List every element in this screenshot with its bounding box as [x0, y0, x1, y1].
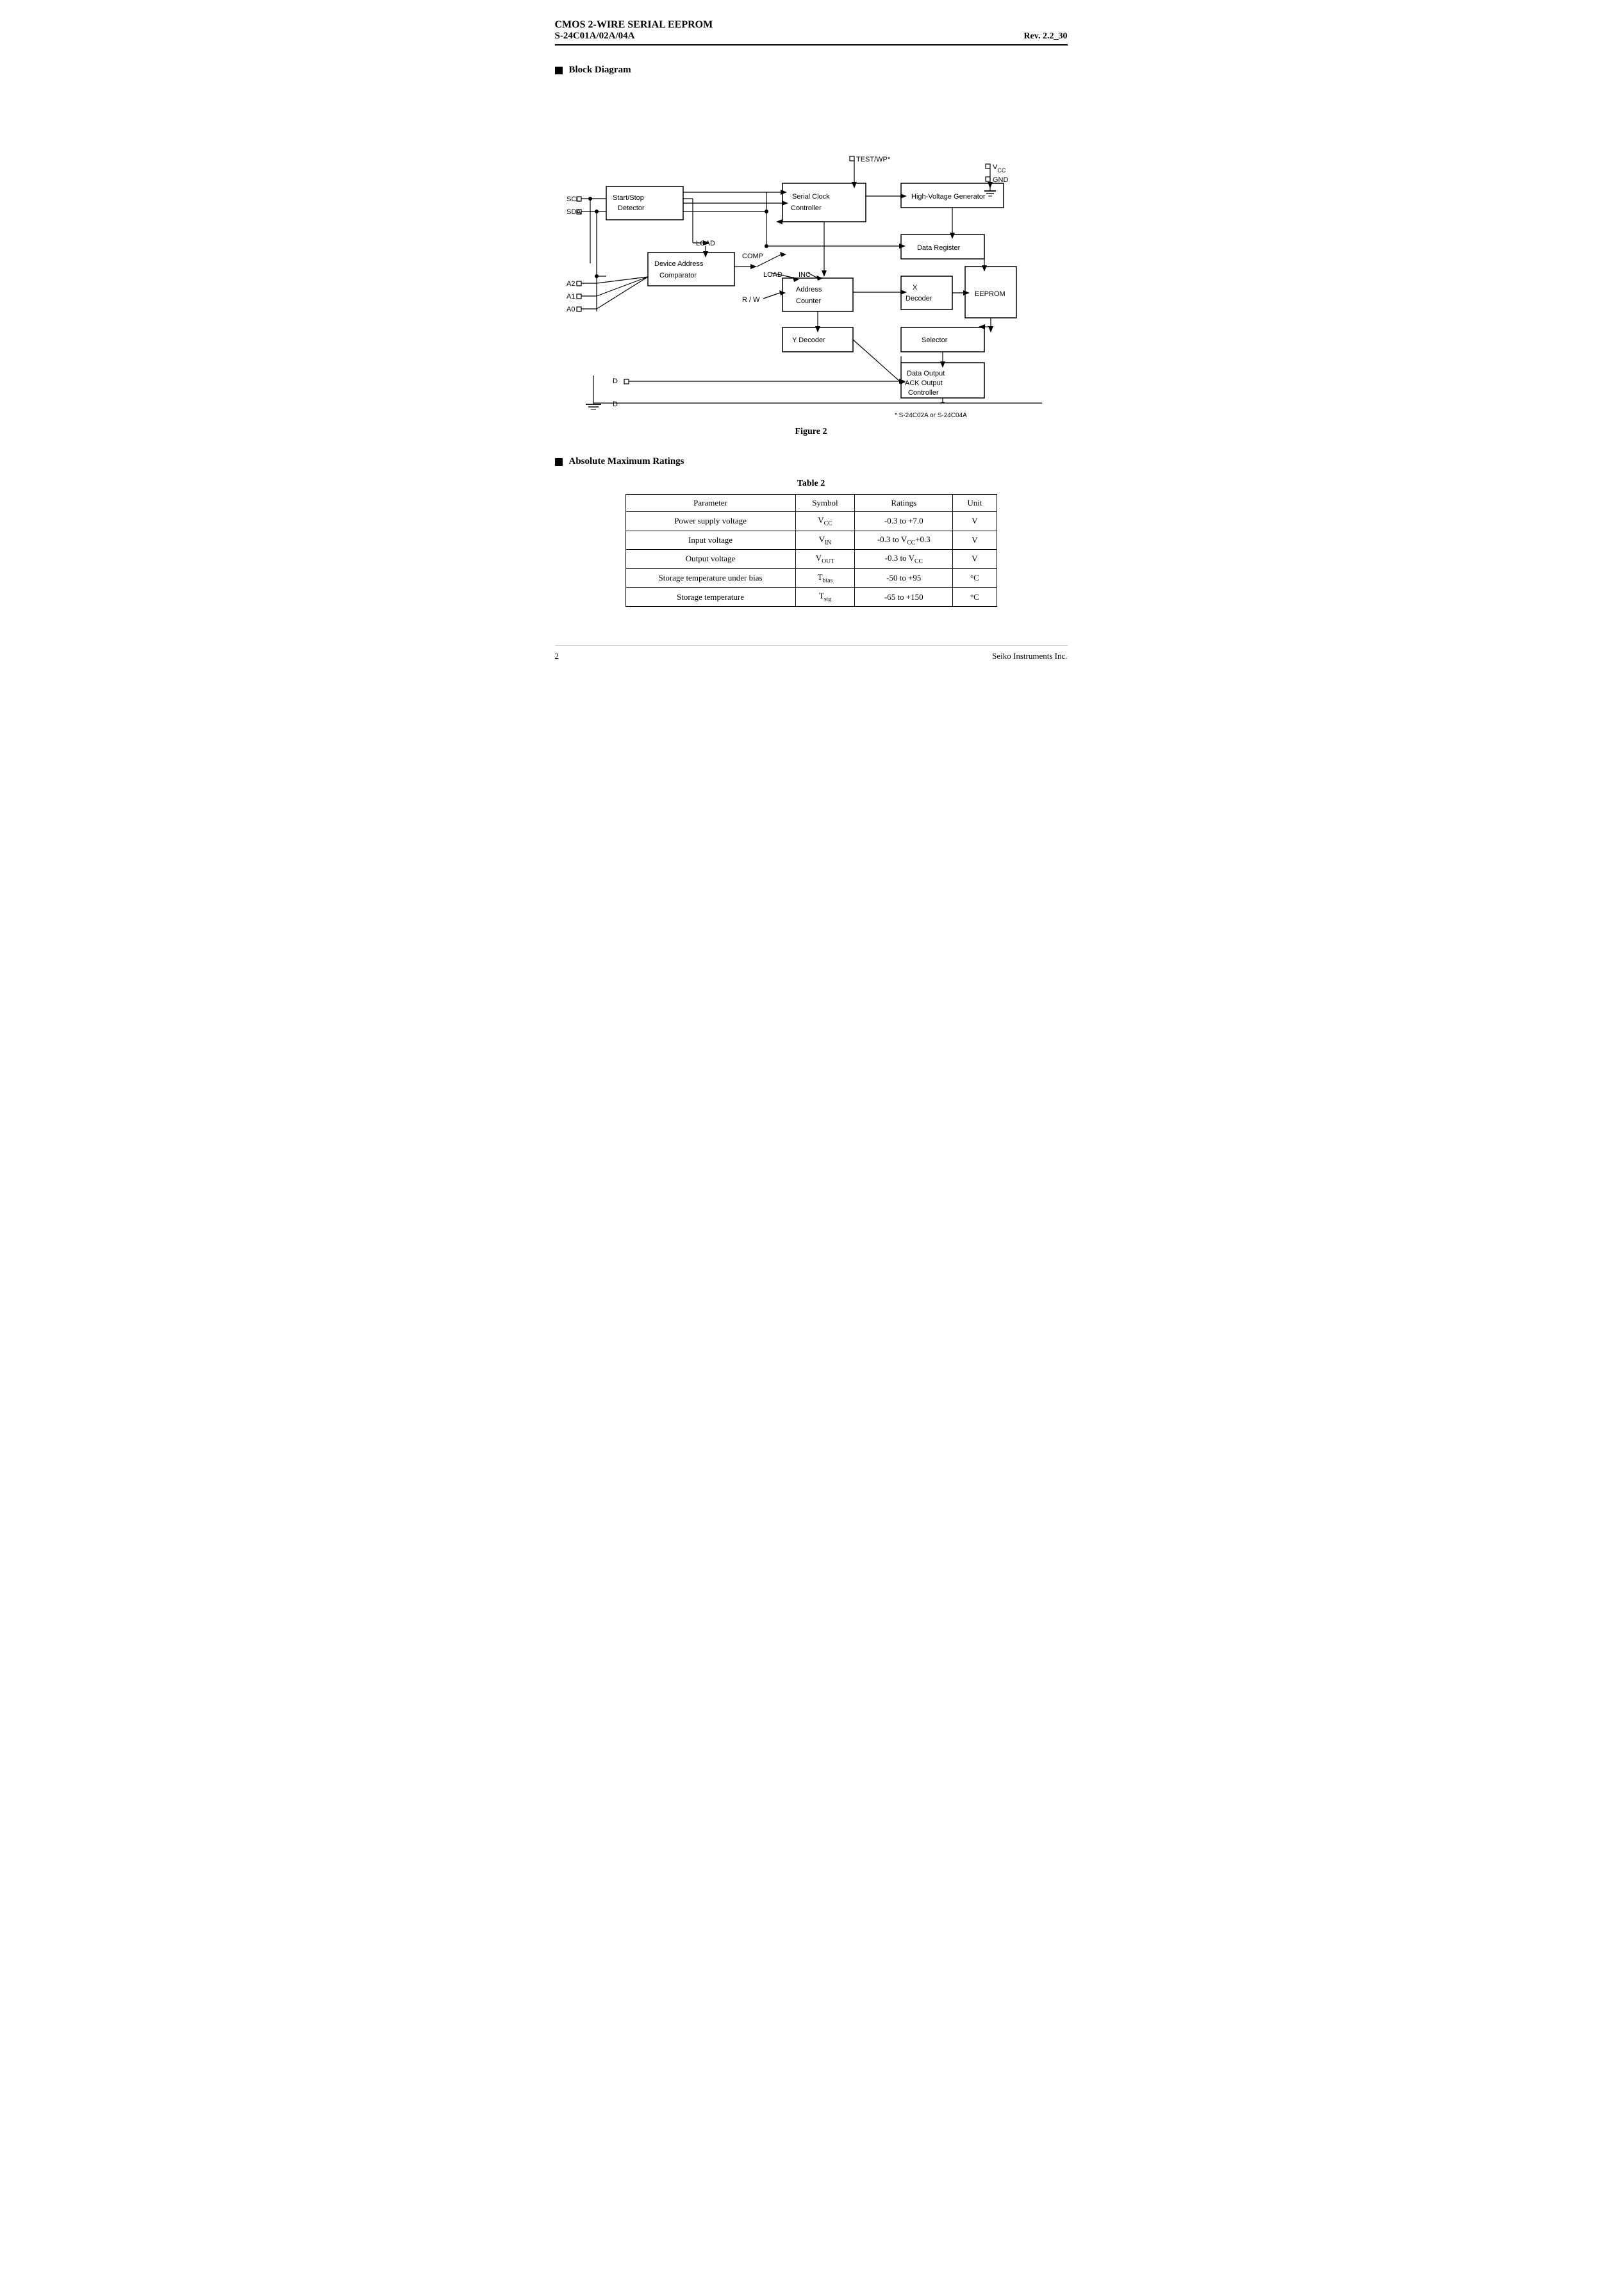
- x-decoder-label2: Decoder: [906, 295, 932, 302]
- header-title-line1: CMOS 2-WIRE SERIAL EEPROM: [555, 19, 713, 31]
- table-row: Power supply voltage VCC -0.3 to +7.0 V: [625, 512, 997, 531]
- rating-tstg: -65 to +150: [855, 588, 953, 607]
- sym-tbias: Tbias: [795, 568, 855, 588]
- ack-output-label: ACK Output: [905, 379, 943, 387]
- unit-c1: °C: [953, 568, 997, 588]
- address-counter-label1: Address: [796, 286, 822, 293]
- eeprom-label: EEPROM: [975, 290, 1005, 298]
- unit-v1: V: [953, 512, 997, 531]
- sym-vout: VOUT: [795, 550, 855, 569]
- comp-label: COMP: [742, 252, 763, 260]
- sym-vcc: VCC: [795, 512, 855, 531]
- rating-vout: -0.3 to VCC: [855, 550, 953, 569]
- col-parameter: Parameter: [625, 495, 795, 512]
- serial-clock-label1: Serial Clock: [792, 193, 830, 201]
- detector-label: Detector: [618, 204, 645, 212]
- data-output-label: Data Output: [907, 370, 945, 377]
- col-ratings: Ratings: [855, 495, 953, 512]
- ratings-table: Parameter Symbol Ratings Unit Power supp…: [625, 494, 997, 607]
- a2-label: A2: [567, 280, 575, 288]
- sym-tstg: Tstg: [795, 588, 855, 607]
- param-output-voltage: Output voltage: [625, 550, 795, 569]
- rating-vin: -0.3 to VCC+0.3: [855, 531, 953, 550]
- sym-vin: VIN: [795, 531, 855, 550]
- table-row: Input voltage VIN -0.3 to VCC+0.3 V: [625, 531, 997, 550]
- block-diagram-svg: SCL SDA Start/Stop Detector Serial Clock…: [555, 87, 1080, 420]
- table-row: Storage temperature under bias Tbias -50…: [625, 568, 997, 588]
- bullet-icon-2: [555, 458, 563, 466]
- device-addr-label2: Comparator: [659, 272, 697, 279]
- abs-max-section-title: Absolute Maximum Ratings: [555, 456, 1068, 467]
- dout-label: D: [613, 401, 618, 408]
- col-unit: Unit: [953, 495, 997, 512]
- table-row: Output voltage VOUT -0.3 to VCC V: [625, 550, 997, 569]
- controller2-label: Controller: [908, 389, 939, 397]
- page-number: 2: [555, 651, 559, 661]
- start-stop-label: Start/Stop: [613, 194, 644, 202]
- rw-label: R / W: [742, 296, 760, 304]
- param-storage-temp: Storage temperature: [625, 588, 795, 607]
- y-decoder-label: Y Decoder: [792, 336, 825, 344]
- vcc-label: VCC: [993, 163, 1006, 174]
- col-symbol: Symbol: [795, 495, 855, 512]
- rating-tbias: -50 to +95: [855, 568, 953, 588]
- selector-label: Selector: [922, 336, 948, 344]
- data-register-label: Data Register: [917, 244, 961, 252]
- param-power-supply: Power supply voltage: [625, 512, 795, 531]
- a0-label: A0: [567, 306, 575, 313]
- gnd-label: GND: [993, 176, 1009, 184]
- company-name: Seiko Instruments Inc.: [992, 651, 1067, 661]
- param-input-voltage: Input voltage: [625, 531, 795, 550]
- unit-v3: V: [953, 550, 997, 569]
- footnote-text: * S-24C02A or S-24C04A: [895, 412, 967, 419]
- table-label: Table 2: [555, 479, 1068, 489]
- bullet-icon: [555, 67, 563, 74]
- header-rev: Rev. 2.2_30: [1023, 31, 1067, 42]
- figure-label: Figure 2: [555, 427, 1068, 437]
- rating-vcc: -0.3 to +7.0: [855, 512, 953, 531]
- block-diagram-section-title: Block Diagram: [555, 65, 1068, 76]
- unit-c2: °C: [953, 588, 997, 607]
- page-header: CMOS 2-WIRE SERIAL EEPROM S-24C01A/02A/0…: [555, 19, 1068, 45]
- inc-label: INC: [799, 271, 811, 279]
- device-addr-label1: Device Address: [654, 260, 704, 268]
- high-voltage-label: High-Voltage Generator: [911, 193, 986, 201]
- table-row: Storage temperature Tstg -65 to +150 °C: [625, 588, 997, 607]
- unit-v2: V: [953, 531, 997, 550]
- serial-clock-label2: Controller: [791, 204, 822, 212]
- din-label: D: [613, 377, 618, 385]
- x-decoder-label1: X: [913, 284, 918, 292]
- test-wp-label: TEST/WP*: [856, 156, 891, 163]
- param-storage-bias: Storage temperature under bias: [625, 568, 795, 588]
- address-counter-label2: Counter: [796, 297, 821, 305]
- header-title-line2: S-24C01A/02A/04A: [555, 31, 713, 42]
- a1-label: A1: [567, 293, 575, 301]
- page-footer: 2 Seiko Instruments Inc.: [555, 645, 1068, 661]
